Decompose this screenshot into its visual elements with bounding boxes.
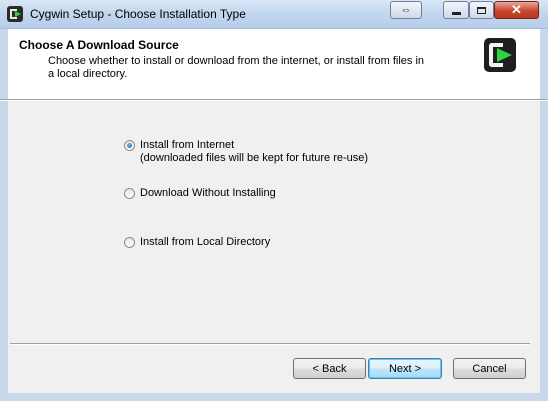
maximize-icon xyxy=(477,6,486,14)
close-button[interactable]: ✕ xyxy=(494,1,539,19)
cygwin-icon[interactable] xyxy=(7,6,23,22)
option-label[interactable]: Install from Local Directory xyxy=(140,236,270,249)
option-label[interactable]: Install from Internet xyxy=(140,139,234,151)
swap-icon: ⇔ xyxy=(400,4,412,16)
window-title: Cygwin Setup - Choose Installation Type xyxy=(30,7,246,21)
option-label[interactable]: Download Without Installing xyxy=(140,187,276,200)
cygwin-logo-icon xyxy=(484,38,516,72)
maximize-button[interactable] xyxy=(469,1,494,19)
option-download-without-installing[interactable]: Download Without Installing xyxy=(124,187,276,200)
page-title: Choose A Download Source xyxy=(19,38,179,52)
footer-divider xyxy=(10,343,530,345)
back-button[interactable]: < Back xyxy=(293,358,366,379)
option-install-from-local-directory[interactable]: Install from Local Directory xyxy=(124,236,270,249)
radio-button-checked[interactable] xyxy=(124,140,135,151)
next-button[interactable]: Next > xyxy=(368,358,442,379)
title-bar[interactable]: Cygwin Setup - Choose Installation Type … xyxy=(0,0,548,29)
option-sublabel: (downloaded files will be kept for futur… xyxy=(140,152,369,164)
minimize-button[interactable] xyxy=(443,1,469,19)
cancel-button[interactable]: Cancel xyxy=(453,358,526,379)
swap-button[interactable]: ⇔ xyxy=(390,1,422,19)
page-description: Choose whether to install or download fr… xyxy=(48,55,425,80)
minimize-icon xyxy=(451,11,461,15)
close-icon: ✕ xyxy=(511,2,522,17)
radio-button[interactable] xyxy=(124,237,135,248)
radio-button[interactable] xyxy=(124,188,135,199)
option-install-from-internet[interactable]: Install from Internet (downloaded files … xyxy=(124,139,368,165)
window-frame-bottom xyxy=(0,393,548,401)
